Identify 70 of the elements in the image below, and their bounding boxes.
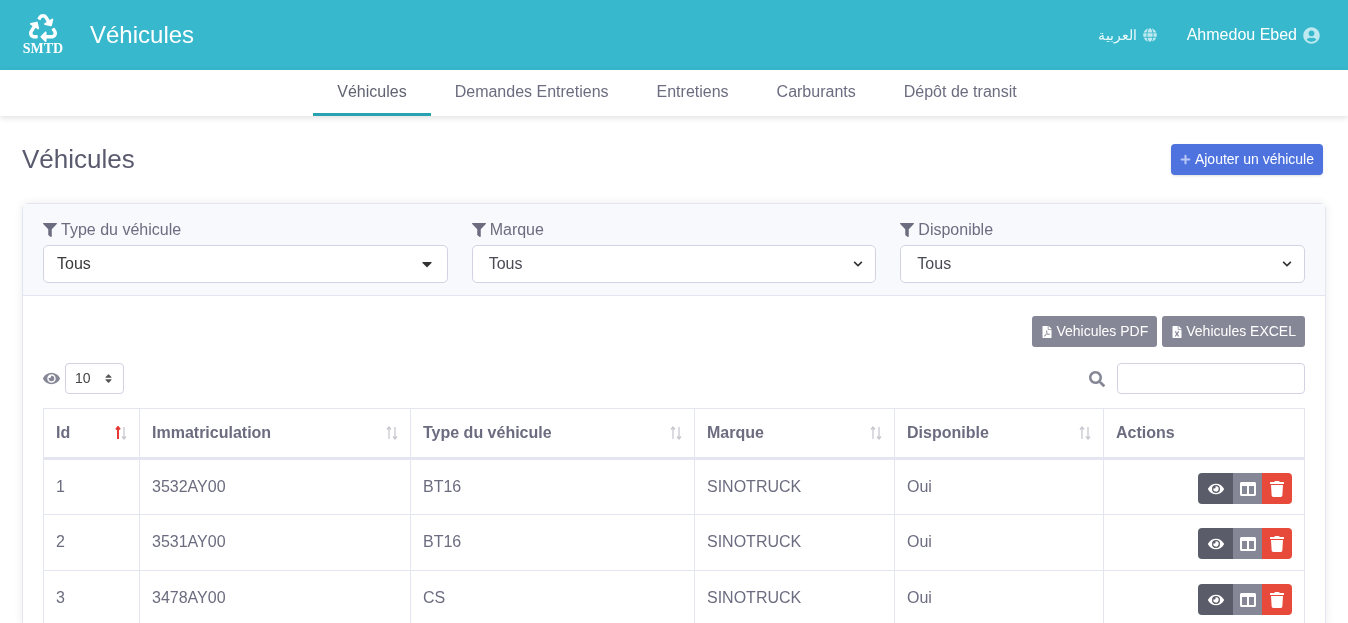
filter-select[interactable]: Tous xyxy=(900,245,1305,283)
columns-icon xyxy=(1239,591,1256,608)
table-cell: 3532AY00 xyxy=(152,478,226,495)
search-icon xyxy=(1089,370,1105,387)
table-cell: CS xyxy=(423,589,446,606)
eye-icon xyxy=(43,370,60,387)
page-size-select[interactable]: 10 xyxy=(65,363,124,394)
filter-icon xyxy=(900,223,915,237)
table-cell: 1 xyxy=(56,478,65,495)
view-button[interactable] xyxy=(1198,473,1233,504)
delete-button[interactable] xyxy=(1262,528,1292,559)
columns-icon xyxy=(1239,535,1256,552)
nav-tab[interactable]: Entretiens xyxy=(632,70,753,116)
table-cell: SINOTRUCK xyxy=(707,478,802,495)
columns-icon xyxy=(1239,480,1256,497)
add-vehicle-button[interactable]: Ajouter un véhicule xyxy=(1170,144,1323,175)
column-header[interactable]: Disponible xyxy=(907,421,989,445)
column-header[interactable]: Type du véhicule xyxy=(423,421,552,445)
filter-select[interactable]: Tous xyxy=(471,245,877,283)
table-cell: 3531AY00 xyxy=(152,533,226,550)
table-cell: Oui xyxy=(907,533,932,550)
export-button[interactable]: Vehicules EXCEL xyxy=(1162,316,1305,347)
trash-icon xyxy=(1269,480,1285,497)
app-title: Véhicules xyxy=(90,20,195,50)
nav-tab[interactable]: Demandes Entretiens xyxy=(430,70,633,116)
table-cell: 3478AY00 xyxy=(152,589,226,606)
filter-label: Marque xyxy=(471,218,877,242)
edit-button[interactable] xyxy=(1233,528,1262,559)
filter-label: Type du véhicule xyxy=(43,218,448,242)
table-cell: SINOTRUCK xyxy=(707,589,802,606)
filter-icon xyxy=(43,223,57,237)
filter-select[interactable]: Tous xyxy=(43,245,448,283)
user-avatar-icon xyxy=(1303,26,1320,44)
table-cell: SINOTRUCK xyxy=(707,533,802,550)
sort-icon xyxy=(102,373,114,384)
search-field[interactable] xyxy=(1117,363,1305,394)
table-cell: BT16 xyxy=(423,478,462,495)
table-cell: 2 xyxy=(56,533,65,550)
export-button[interactable]: Vehicules PDF xyxy=(1032,316,1158,347)
filter-label: Disponible xyxy=(900,218,1305,242)
nav-tab[interactable]: Carburants xyxy=(752,70,880,116)
view-button[interactable] xyxy=(1198,528,1233,559)
pdf-file-icon xyxy=(1041,325,1054,338)
trash-icon xyxy=(1269,591,1285,608)
column-header[interactable]: Immatriculation xyxy=(152,421,272,445)
table-cell: BT16 xyxy=(423,533,462,550)
page-title: Véhicules xyxy=(22,143,135,176)
trash-icon xyxy=(1269,535,1285,552)
plus-icon xyxy=(1179,154,1191,165)
nav-tab[interactable]: Dépôt de transit xyxy=(879,70,1041,116)
column-header[interactable]: Actions xyxy=(1116,421,1175,445)
column-header[interactable]: Id xyxy=(56,421,71,445)
view-button[interactable] xyxy=(1198,584,1233,615)
recycle-icon xyxy=(29,14,57,42)
filter-icon xyxy=(471,223,486,237)
table-cell: Oui xyxy=(907,589,932,606)
logo-text: SMTD xyxy=(22,42,64,56)
table-cell: 3 xyxy=(56,589,65,606)
table-cell: Oui xyxy=(907,478,932,495)
edit-button[interactable] xyxy=(1233,584,1262,615)
chevron-icon xyxy=(853,259,864,269)
column-header[interactable]: Marque xyxy=(707,421,764,445)
sort-arrows-icon[interactable] xyxy=(115,426,127,440)
edit-button[interactable] xyxy=(1233,473,1262,504)
chevron-icon xyxy=(1282,259,1292,269)
globe-icon xyxy=(1142,28,1157,42)
nav-tab[interactable]: Véhicules xyxy=(313,70,431,116)
delete-button[interactable] xyxy=(1262,473,1292,504)
delete-button[interactable] xyxy=(1262,584,1292,615)
excel-file-icon xyxy=(1171,325,1184,338)
